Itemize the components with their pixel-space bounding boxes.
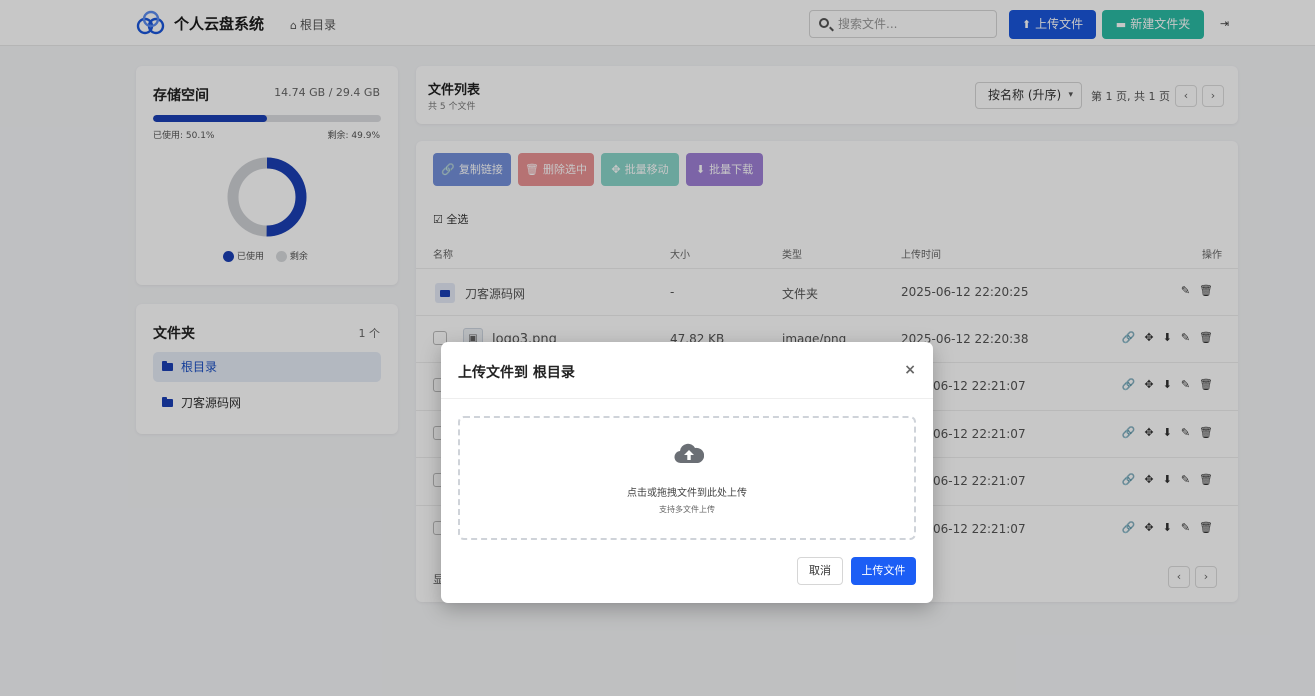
upload-modal: 上传文件到 根目录 × 点击或拖拽文件到此处上传 支持多文件上传 取消 上传文件: [441, 342, 933, 603]
confirm-upload-button[interactable]: 上传文件: [851, 557, 916, 585]
cancel-button[interactable]: 取消: [797, 557, 843, 585]
close-icon[interactable]: ×: [904, 362, 916, 378]
modal-divider: [441, 398, 933, 399]
cloud-upload-icon: [674, 443, 704, 464]
dropzone-subhint: 支持多文件上传: [659, 505, 715, 514]
dropzone-hint: 点击或拖拽文件到此处上传: [627, 488, 747, 499]
upload-dropzone[interactable]: 点击或拖拽文件到此处上传 支持多文件上传: [458, 416, 916, 540]
modal-title: 上传文件到 根目录: [458, 365, 575, 381]
